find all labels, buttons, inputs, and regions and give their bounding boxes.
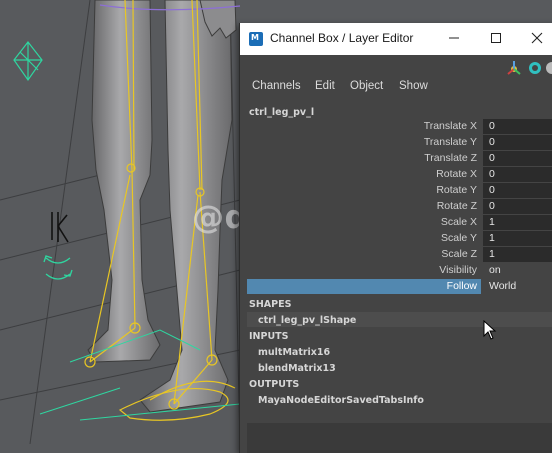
minimize-icon[interactable] <box>445 29 463 47</box>
ik-switch-control <box>51 212 69 243</box>
attr-value-field[interactable]: 0 <box>483 119 552 134</box>
attr-value-field[interactable]: World <box>483 279 552 294</box>
attr-row-translate-z[interactable]: Translate Z 0 <box>247 151 552 167</box>
attr-value-field[interactable]: 1 <box>483 215 552 230</box>
attr-row-scale-x[interactable]: Scale X 1 <box>247 215 552 231</box>
menu-show[interactable]: Show <box>399 80 428 92</box>
attr-row-rotate-y[interactable]: Rotate Y 0 <box>247 183 552 199</box>
mouse-cursor-icon <box>483 320 497 340</box>
attr-row-follow[interactable]: Follow World <box>247 279 552 295</box>
section-header-outputs: OUTPUTS <box>249 379 300 390</box>
selected-node-name[interactable]: ctrl_leg_pv_l <box>249 107 314 118</box>
maya-app-icon: M <box>249 32 263 46</box>
ik-switch-arrows <box>43 255 73 280</box>
attr-value-field[interactable]: 0 <box>483 167 552 182</box>
layer-editor-icon <box>546 62 552 74</box>
left-leg-mesh <box>87 0 161 363</box>
attr-row-visibility[interactable]: Visibility on <box>247 263 552 279</box>
shape-node-item[interactable]: ctrl_leg_pv_lShape <box>258 315 356 326</box>
input-node-item[interactable]: multMatrix16 <box>258 347 330 358</box>
attr-value-field[interactable]: 0 <box>483 199 552 214</box>
output-node-item[interactable]: MayaNodeEditorSavedTabsInfo <box>258 395 424 406</box>
attr-value-field[interactable]: 0 <box>483 183 552 198</box>
attr-row-rotate-x[interactable]: Rotate X 0 <box>247 167 552 183</box>
pole-vector-control <box>13 41 43 82</box>
section-header-shapes: SHAPES <box>249 299 292 310</box>
attr-row-translate-x[interactable]: Translate X 0 <box>247 119 552 135</box>
input-node-item[interactable]: blendMatrix13 <box>258 363 336 374</box>
menu-object[interactable]: Object <box>350 80 383 92</box>
channel-box-icon <box>529 62 541 74</box>
attr-value-field[interactable]: 0 <box>483 151 552 166</box>
attr-row-scale-y[interactable]: Scale Y 1 <box>247 231 552 247</box>
attr-row-translate-y[interactable]: Translate Y 0 <box>247 135 552 151</box>
attr-row-rotate-z[interactable]: Rotate Z 0 <box>247 199 552 215</box>
section-header-inputs: INPUTS <box>249 331 289 342</box>
close-icon[interactable] <box>528 29 546 47</box>
manipulator-icon <box>507 61 521 75</box>
attr-value-field[interactable]: 1 <box>483 247 552 262</box>
menu-edit[interactable]: Edit <box>315 80 335 92</box>
attr-value-field[interactable]: 0 <box>483 135 552 150</box>
attr-value-field[interactable]: 1 <box>483 231 552 246</box>
menu-channels[interactable]: Channels <box>252 80 301 92</box>
maximize-icon[interactable] <box>487 29 505 47</box>
window-title: Channel Box / Layer Editor <box>270 31 414 45</box>
channel-box-window[interactable]: M Channel Box / Layer Editor Channels Ed… <box>239 23 552 453</box>
layer-editor-panel[interactable] <box>247 423 552 453</box>
attr-row-scale-z[interactable]: Scale Z 1 <box>247 247 552 263</box>
channel-box-menubar: Channels Edit Object Show <box>240 80 552 98</box>
channel-box-toolbar <box>507 61 552 75</box>
window-titlebar[interactable]: M Channel Box / Layer Editor <box>240 23 552 55</box>
attr-value-field[interactable]: on <box>483 263 552 278</box>
